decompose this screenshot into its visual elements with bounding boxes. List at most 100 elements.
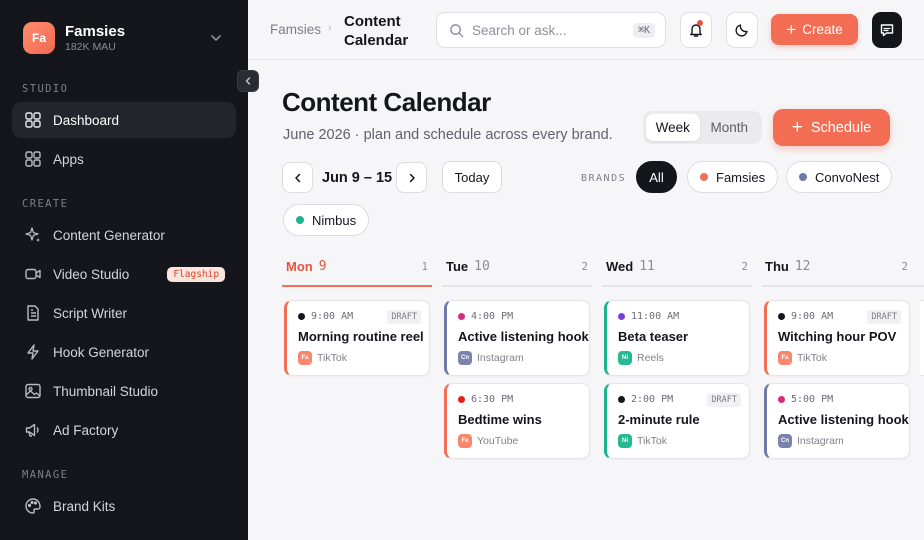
next-week-button[interactable] [396,162,427,193]
brand-filter-all[interactable]: All [636,161,677,193]
brand-filter-label: Famsies [716,169,766,185]
brand-color-dot [799,173,807,181]
brand-avatar: Ni [618,351,632,365]
prev-week-button[interactable] [282,162,313,193]
chevron-left-icon [294,173,300,182]
sidebar-item-label: Ad Factory [53,422,119,438]
theme-toggle-button[interactable] [726,12,758,48]
event-title: Witching hour POV [778,329,897,344]
day-name: Wed [606,259,634,274]
sidebar-item-label: Hook Generator [53,344,150,360]
sidebar-item-hook-generator[interactable]: Hook Generator [12,334,236,370]
day-column-header-tue: Tue 10 2 [442,250,592,287]
workspace-avatar: Fa [23,22,55,54]
search-box[interactable]: ⌘K [436,12,666,48]
event-card[interactable]: 5:00 PM Active listening hook Cn Instagra… [764,383,910,459]
event-card[interactable]: 2:00 PM DRAFT 2-minute rule Ni TikTok [604,383,750,459]
event-title: 2-minute rule [618,412,700,427]
event-card[interactable]: 4:00 PM Active listening hook Cn Instagra… [444,300,590,376]
day-column-header-wed: Wed 11 2 [602,250,752,287]
view-week-tab[interactable]: Week [646,114,700,141]
create-button[interactable]: + Create [771,14,858,45]
event-card[interactable]: 9:00 AM DRAFT Witching hour POV Fa TikTok [764,300,910,376]
topbar: Famsies › Content Calendar ⌘K + Create [248,0,924,60]
notifications-button[interactable] [680,12,712,48]
assistant-chat-button[interactable] [872,12,902,48]
event-count: 1 [421,261,428,273]
status-dot [618,396,625,403]
status-dot [618,313,625,320]
sidebar-item-ad-factory[interactable]: Ad Factory [12,412,236,448]
breadcrumb-root[interactable]: Famsies [270,22,321,37]
draft-badge: DRAFT [387,310,421,324]
brand-filter-nimbus[interactable]: Nimbus [283,204,370,236]
brands-label: BRANDS [581,173,627,184]
event-title: Morning routine reel [298,329,424,344]
today-button[interactable]: Today [442,161,502,193]
event-count: 2 [901,261,908,273]
day-name: Tue [446,259,469,274]
breadcrumb-separator: › [328,22,332,34]
status-dot [458,313,465,320]
event-platform: Instagram [477,352,524,364]
chevron-left-icon [245,77,251,85]
event-time: 2:00 PM [631,394,674,405]
workspace-switcher[interactable]: Fa Famsies 182K MAU [23,22,233,54]
event-card[interactable]: 6:30 PM Bedtime wins Fa YouTube [444,383,590,459]
brand-color-dot [296,216,304,224]
chevron-right-icon [409,173,415,182]
plus-icon: + [786,20,797,39]
sidebar-item-thumbnail-studio[interactable]: Thumbnail Studio [12,373,236,409]
palette-icon [25,498,41,514]
sidebar-item-brand-kits[interactable]: Brand Kits [12,488,236,524]
day-column-header-thu: Thu 12 2 [762,250,912,287]
event-platform: YouTube [477,435,519,447]
sidebar-item-content-generator[interactable]: Content Generator [12,217,236,253]
event-title: Active listening hook [458,329,589,344]
event-time: 9:00 AM [791,311,834,322]
brand-color-dot [700,173,708,181]
bolt-icon [27,344,39,360]
workspace-stat: 182K MAU [65,40,116,53]
section-label-create: CREATE [22,198,69,210]
collapse-sidebar-button[interactable] [237,70,259,92]
brand-filter-convonest[interactable]: ConvoNest [786,161,893,193]
day-date: 12 [794,259,811,274]
day-column-header-mon: Mon 9 1 [282,250,432,287]
sidebar-item-label: Video Studio [53,266,130,282]
moon-icon [735,24,748,37]
chat-icon [880,24,894,37]
search-input[interactable] [472,22,633,38]
brand-avatar: Fa [458,434,472,448]
notification-dot [697,20,703,26]
plus-icon: + [791,117,803,138]
brand-filter-famsies[interactable]: Famsies [687,161,779,193]
day-name: Thu [765,259,789,274]
brand-filter-label: ConvoNest [815,169,880,185]
view-month-tab[interactable]: Month [700,114,759,141]
day-date: 10 [474,259,490,274]
sidebar: Fa Famsies 182K MAU STUDIO Dashboard App… [0,0,248,540]
brand-avatar: Fa [778,351,792,365]
event-title: Bedtime wins [458,412,542,427]
draft-badge: DRAFT [707,393,741,407]
event-count: 2 [581,261,588,273]
brand-filter-label: Nimbus [312,212,357,228]
chevron-down-icon [211,35,221,41]
breadcrumb-current: Content Calendar [344,13,409,49]
sidebar-item-apps[interactable]: Apps [12,141,236,177]
sidebar-item-script-writer[interactable]: Script Writer [12,295,236,331]
sidebar-item-video-studio[interactable]: Video Studio Flagship [12,256,236,292]
event-card[interactable]: 9:00 AM DRAFT Morning routine reel Fa Tik… [284,300,430,376]
sidebar-item-dashboard[interactable]: Dashboard [12,102,236,138]
document-icon [27,305,39,321]
day-name: Mon [286,259,313,274]
event-card[interactable]: 11:00 AM Beta teaser Ni Reels [604,300,750,376]
event-platform: TikTok [317,352,347,364]
page-title: Content Calendar [282,87,491,117]
section-label-manage: MANAGE [22,469,69,481]
schedule-button[interactable]: + Schedule [773,109,890,146]
sidebar-item-label: Dashboard [53,112,120,128]
sidebar-item-label: Brand Kits [53,498,116,514]
brand-avatar: Cn [458,351,472,365]
